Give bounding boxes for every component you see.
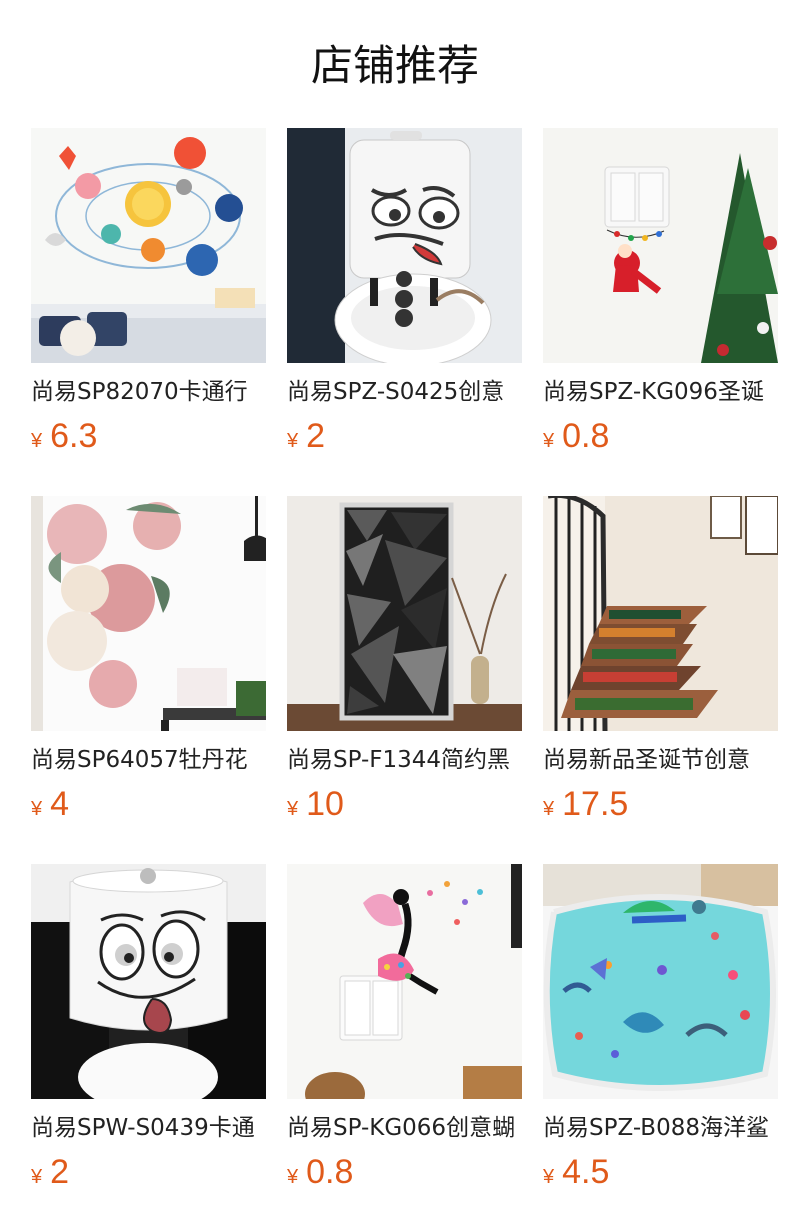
product-card-fairy-switch[interactable]: 尚易SP-KG066创意蝴 ¥0.8 bbox=[287, 864, 522, 1214]
smiling-toilet-sticker-image[interactable] bbox=[31, 864, 266, 1099]
ocean-bathtub-sticker-image[interactable] bbox=[543, 864, 778, 1099]
product-price: ¥2 bbox=[287, 414, 325, 458]
product-card-smiling-toilet[interactable]: 尚易SPW-S0439卡通 ¥2 bbox=[31, 864, 266, 1214]
product-card-christmas-stairs[interactable]: 尚易新品圣诞节创意 ¥17.5 bbox=[543, 496, 778, 846]
product-price: ¥0.8 bbox=[287, 1150, 353, 1194]
product-card-christmas-switch[interactable]: 尚易SPZ-KG096圣诞 ¥0.8 bbox=[543, 128, 778, 478]
product-name[interactable]: 尚易SP-KG066创意蝴 bbox=[287, 1110, 523, 1146]
currency-symbol: ¥ bbox=[31, 430, 43, 452]
toilet-face-illustration bbox=[287, 128, 522, 363]
christmas-stairs-illustration bbox=[543, 496, 778, 731]
currency-symbol: ¥ bbox=[287, 430, 299, 452]
page-title: 店铺推荐 bbox=[310, 41, 479, 90]
currency-symbol: ¥ bbox=[543, 430, 555, 452]
price-amount: 4 bbox=[50, 785, 70, 823]
price-amount: 2 bbox=[50, 1153, 70, 1191]
product-name[interactable]: 尚易新品圣诞节创意 bbox=[543, 742, 779, 778]
christmas-switch-sticker-image[interactable] bbox=[543, 128, 778, 363]
recommended-products-grid: 尚易SP82070卡通行 ¥6.3 尚易SPZ-S0425创意 ¥ 2 尚易SP… bbox=[31, 128, 790, 1232]
price-amount: 0.8 bbox=[562, 417, 610, 455]
product-name[interactable]: 尚易SP82070卡通行 bbox=[31, 374, 267, 410]
currency-symbol: ¥ bbox=[31, 1166, 43, 1188]
product-price: ¥2 bbox=[31, 1150, 69, 1194]
product-price: ¥4.5 bbox=[543, 1150, 609, 1194]
peony-illustration bbox=[31, 496, 266, 731]
fairy-butterfly-switch-sticker-image[interactable] bbox=[287, 864, 522, 1099]
currency-symbol: ¥ bbox=[287, 798, 299, 820]
product-name[interactable]: 尚易SPZ-B088海洋鲨 bbox=[543, 1110, 779, 1146]
solar-system-wall-sticker-image[interactable] bbox=[31, 128, 266, 363]
fairy-switch-illustration bbox=[287, 864, 522, 1099]
product-name[interactable]: 尚易SPZ-S0425创意 bbox=[287, 374, 523, 410]
product-card-peony[interactable]: 尚易SP64057牡丹花 ¥4 bbox=[31, 496, 266, 846]
price-amount: 4.5 bbox=[562, 1153, 610, 1191]
geometric-door-illustration bbox=[287, 496, 522, 731]
price-amount: 6.3 bbox=[50, 417, 98, 455]
ocean-bathtub-illustration bbox=[543, 864, 778, 1099]
currency-symbol: ¥ bbox=[543, 798, 555, 820]
product-card-toilet-face[interactable]: 尚易SPZ-S0425创意 ¥2 bbox=[287, 128, 522, 478]
toilet-face-sticker-image[interactable] bbox=[287, 128, 522, 363]
solar-system-illustration bbox=[31, 128, 266, 363]
price-amount: 2 bbox=[306, 417, 326, 455]
black-geometric-door-sticker-image[interactable] bbox=[287, 496, 522, 731]
price-amount: 10 bbox=[306, 785, 344, 823]
product-card-geometric-door[interactable]: 尚易SP-F1344简约黑 ¥10 bbox=[287, 496, 522, 846]
product-price: ¥17.5 bbox=[543, 782, 628, 826]
currency-symbol: ¥ bbox=[31, 798, 43, 820]
product-name[interactable]: 尚易SPZ-KG096圣诞 bbox=[543, 374, 779, 410]
currency-symbol: ¥ bbox=[543, 1166, 555, 1188]
smiling-toilet-illustration bbox=[31, 864, 266, 1099]
christmas-switch-illustration bbox=[543, 128, 778, 363]
currency-symbol: ¥ bbox=[287, 1166, 299, 1188]
peony-wall-sticker-image[interactable] bbox=[31, 496, 266, 731]
product-name[interactable]: 尚易SP-F1344简约黑 bbox=[287, 742, 523, 778]
product-card-ocean-bathtub[interactable]: 尚易SPZ-B088海洋鲨 ¥4.5 bbox=[543, 864, 778, 1214]
product-name[interactable]: 尚易SPW-S0439卡通 bbox=[31, 1110, 267, 1146]
product-name[interactable]: 尚易SP64057牡丹花 bbox=[31, 742, 267, 778]
product-price: ¥0.8 bbox=[543, 414, 609, 458]
price-amount: 17.5 bbox=[562, 785, 629, 823]
christmas-stair-sticker-image[interactable] bbox=[543, 496, 778, 731]
product-price: ¥10 bbox=[287, 782, 344, 826]
product-card-solar-system[interactable]: 尚易SP82070卡通行 ¥6.3 bbox=[31, 128, 266, 478]
product-price: ¥4 bbox=[31, 782, 69, 826]
product-price: ¥6.3 bbox=[31, 414, 97, 458]
price-amount: 0.8 bbox=[306, 1153, 354, 1191]
